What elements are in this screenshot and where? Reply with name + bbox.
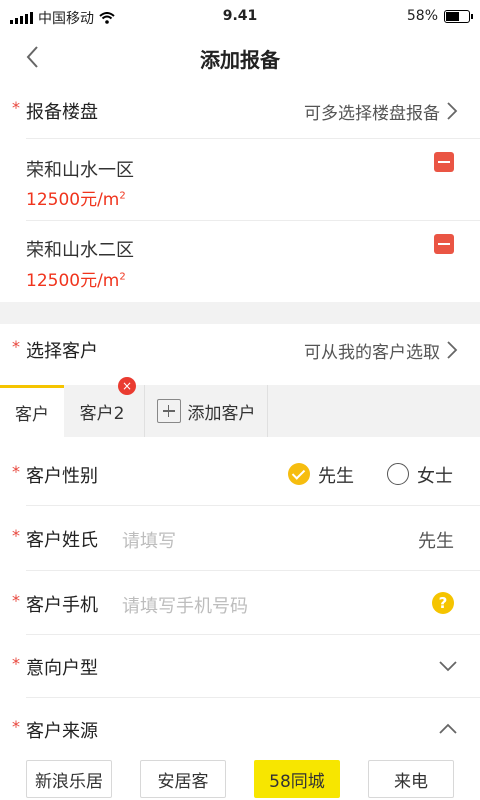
select-customer-label: 选择客户 <box>26 341 98 362</box>
add-customer-button[interactable]: 添加客户 <box>144 385 268 437</box>
required-mark: * <box>12 717 20 736</box>
tab-label: 客户2 <box>79 403 125 424</box>
gender-row: * 客户性别 先生 女士 <box>0 444 480 504</box>
required-mark: * <box>12 98 20 117</box>
status-bar: 中国移动 9.41 58% <box>0 0 480 34</box>
status-right: 58% <box>406 8 473 24</box>
close-tab-icon[interactable]: × <box>118 377 136 395</box>
surname-input[interactable]: 请填写 <box>122 527 382 553</box>
customer-tabs: 客户 客户2 × 添加客户 <box>0 377 480 437</box>
nav-bar: 添加报备 <box>0 34 480 80</box>
add-customer-label: 添加客户 <box>187 403 256 424</box>
remove-estate-button[interactable] <box>434 234 454 254</box>
surname-suffix: 先生 <box>418 531 454 552</box>
radio-female[interactable] <box>387 463 409 485</box>
estate-item: 荣和山水一区 12500元/m2 <box>0 140 480 220</box>
page-title: 添加报备 <box>200 48 280 72</box>
section-gap <box>0 302 480 324</box>
house-type-row[interactable]: * 意向户型 <box>0 635 480 697</box>
chevron-right-icon[interactable] <box>446 101 458 121</box>
estate-price: 12500元/m2 <box>26 271 126 291</box>
gender-label: 客户性别 <box>26 466 98 487</box>
tab-label: 客户 <box>15 405 49 425</box>
divider <box>26 220 480 221</box>
required-mark: * <box>12 591 20 610</box>
phone-row: * 客户手机 请填写手机号码 ? <box>0 571 480 635</box>
estate-name: 荣和山水二区 <box>26 240 134 261</box>
divider <box>26 138 480 139</box>
required-mark: * <box>12 462 20 481</box>
required-mark: * <box>12 337 20 356</box>
chevron-right-icon[interactable] <box>446 340 458 360</box>
estate-name: 荣和山水一区 <box>26 160 134 181</box>
chevron-down-icon[interactable] <box>438 660 458 672</box>
source-option[interactable]: 安居客 <box>140 760 226 798</box>
female-option-label[interactable]: 女士 <box>417 462 453 488</box>
surname-label: 客户姓氏 <box>26 530 98 551</box>
tab-customer-2[interactable]: 客户2 × <box>64 377 140 437</box>
source-option[interactable]: 来电 <box>368 760 454 798</box>
source-option[interactable]: 新浪乐居 <box>26 760 112 798</box>
source-row[interactable]: * 客户来源 <box>0 698 480 756</box>
surname-row: * 客户姓氏 请填写 先生 <box>0 506 480 570</box>
select-customer-row[interactable]: * 选择客户 可从我的客户选取 <box>0 324 480 380</box>
battery-percent: 58% <box>406 8 438 24</box>
radio-male[interactable] <box>288 463 310 485</box>
help-icon[interactable]: ? <box>432 592 454 614</box>
report-estate-label: 报备楼盘 <box>26 102 98 123</box>
house-type-label: 意向户型 <box>26 658 98 679</box>
estate-item: 荣和山水二区 12500元/m2 <box>0 222 480 302</box>
remove-estate-button[interactable] <box>434 152 454 172</box>
male-option-label[interactable]: 先生 <box>318 462 354 488</box>
source-label: 客户来源 <box>26 721 98 742</box>
phone-input[interactable]: 请填写手机号码 <box>122 592 382 618</box>
tab-customer-1[interactable]: 客户 <box>0 385 64 437</box>
required-mark: * <box>12 654 20 673</box>
chevron-up-icon[interactable] <box>438 723 458 735</box>
battery-fill <box>446 11 459 21</box>
estate-price: 12500元/m2 <box>26 190 126 210</box>
select-customer-hint[interactable]: 可从我的客户选取 <box>304 338 440 363</box>
plus-icon <box>156 399 181 423</box>
battery-icon <box>444 9 473 23</box>
report-estate-hint[interactable]: 可多选择楼盘报备 <box>304 99 440 124</box>
phone-label: 客户手机 <box>26 595 98 616</box>
source-option-selected[interactable]: 58同城 <box>254 760 340 798</box>
report-estate-row[interactable]: * 报备楼盘 可多选择楼盘报备 <box>0 88 480 134</box>
required-mark: * <box>12 526 20 545</box>
